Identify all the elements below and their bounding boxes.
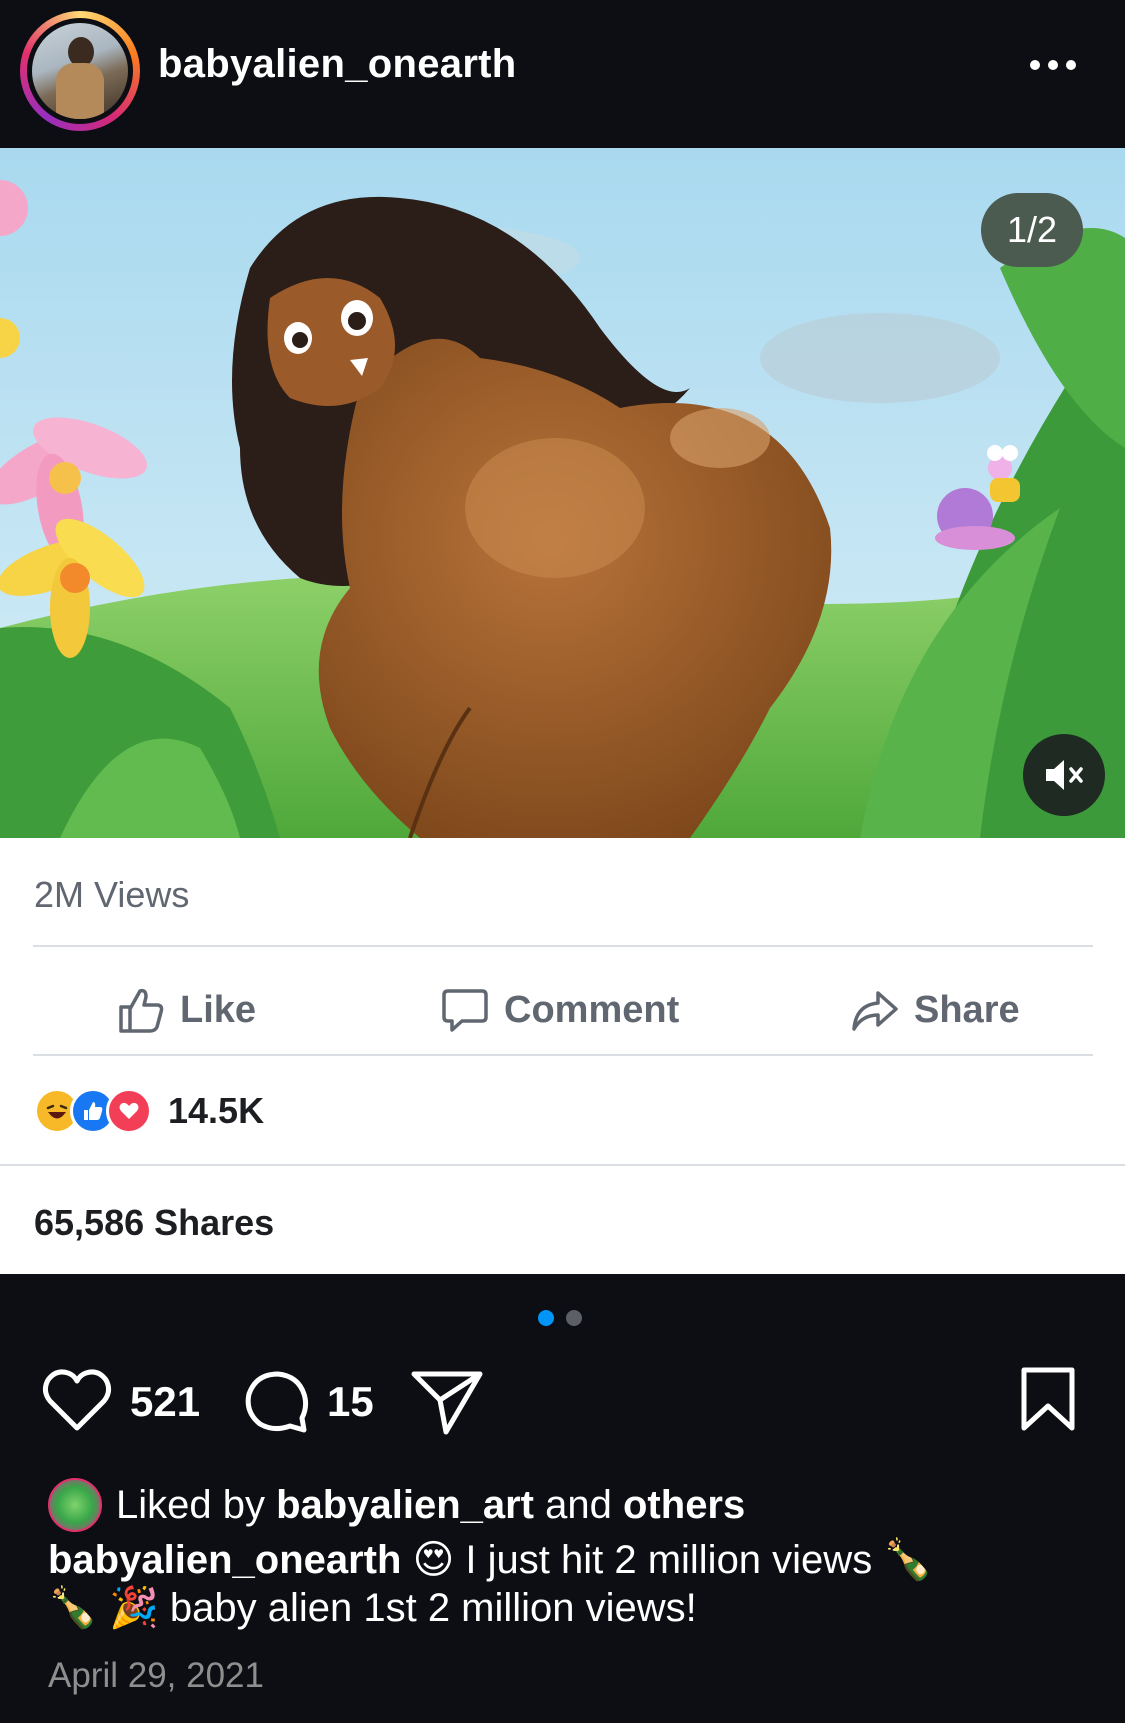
champagne-emoji: 🍾 <box>883 1538 934 1582</box>
post-date: April 29, 2021 <box>48 1656 264 1695</box>
caption-text-2: baby alien 1st 2 million views! <box>169 1586 697 1630</box>
liked-by-and: and <box>545 1482 612 1527</box>
fb-comment-label: Comment <box>504 988 680 1031</box>
fb-share-label: Share <box>914 988 1020 1031</box>
liked-by-others[interactable]: others <box>623 1483 745 1527</box>
carousel-dot-active <box>538 1310 554 1326</box>
heart-icon[interactable] <box>40 1366 114 1436</box>
post-action-bar: 521 15 <box>0 1366 1125 1436</box>
carousel-dot <box>566 1310 582 1326</box>
post-image[interactable] <box>0 148 1125 838</box>
liked-by-prefix: Liked by <box>116 1482 265 1527</box>
fb-like-label: Like <box>180 988 257 1031</box>
share-arrow-icon <box>852 991 898 1031</box>
love-reaction-icon <box>106 1088 152 1134</box>
liked-by-username[interactable]: babyalien_art <box>276 1483 534 1527</box>
caption-text-1: I just hit 2 million views <box>465 1538 873 1582</box>
embedded-post-card: 2M Views Like Comment Share 14.5K 65,586… <box>0 838 1125 1274</box>
fb-like-button: Like <box>116 980 256 1040</box>
cartoon-illustration <box>0 148 1125 838</box>
comment-bubble-icon <box>442 989 488 1032</box>
send-icon[interactable] <box>410 1366 484 1436</box>
carousel-counter-badge: 1/2 <box>981 193 1083 267</box>
username-link[interactable]: babyalien_onearth <box>158 42 517 87</box>
heart-eyes-emoji: 😍 <box>412 1538 455 1582</box>
reactions-summary: 14.5K <box>34 1088 264 1134</box>
post-header: babyalien_onearth <box>0 0 1125 148</box>
comment-icon[interactable] <box>242 1366 312 1436</box>
caption-author[interactable]: babyalien_onearth <box>48 1538 401 1582</box>
fb-comment-button: Comment <box>440 980 679 1040</box>
views-count: 2M Views <box>34 874 190 915</box>
liker-avatar <box>48 1478 102 1532</box>
carousel-indicator <box>538 1310 582 1326</box>
liked-by-line[interactable]: Liked by babyalien_art and others <box>48 1478 745 1532</box>
fb-share-button: Share <box>850 980 1020 1040</box>
likes-count[interactable]: 521 <box>130 1378 200 1426</box>
champagne-emoji: 🍾 <box>48 1586 98 1630</box>
volume-muted-icon[interactable] <box>1023 734 1105 816</box>
post-caption: babyalien_onearth 😍 I just hit 2 million… <box>48 1536 1078 1632</box>
thumbs-up-icon <box>119 988 164 1033</box>
reaction-count: 14.5K <box>168 1090 265 1131</box>
avatar <box>32 23 128 119</box>
bookmark-icon[interactable] <box>1020 1366 1076 1432</box>
more-options-icon[interactable] <box>1030 55 1082 75</box>
comments-count[interactable]: 15 <box>327 1378 374 1426</box>
divider <box>33 945 1093 947</box>
shares-count: 65,586 Shares <box>34 1202 275 1243</box>
party-popper-emoji: 🎉 <box>108 1586 159 1630</box>
story-ring-avatar[interactable] <box>20 11 140 131</box>
divider <box>0 1164 1125 1166</box>
divider <box>33 1054 1093 1056</box>
